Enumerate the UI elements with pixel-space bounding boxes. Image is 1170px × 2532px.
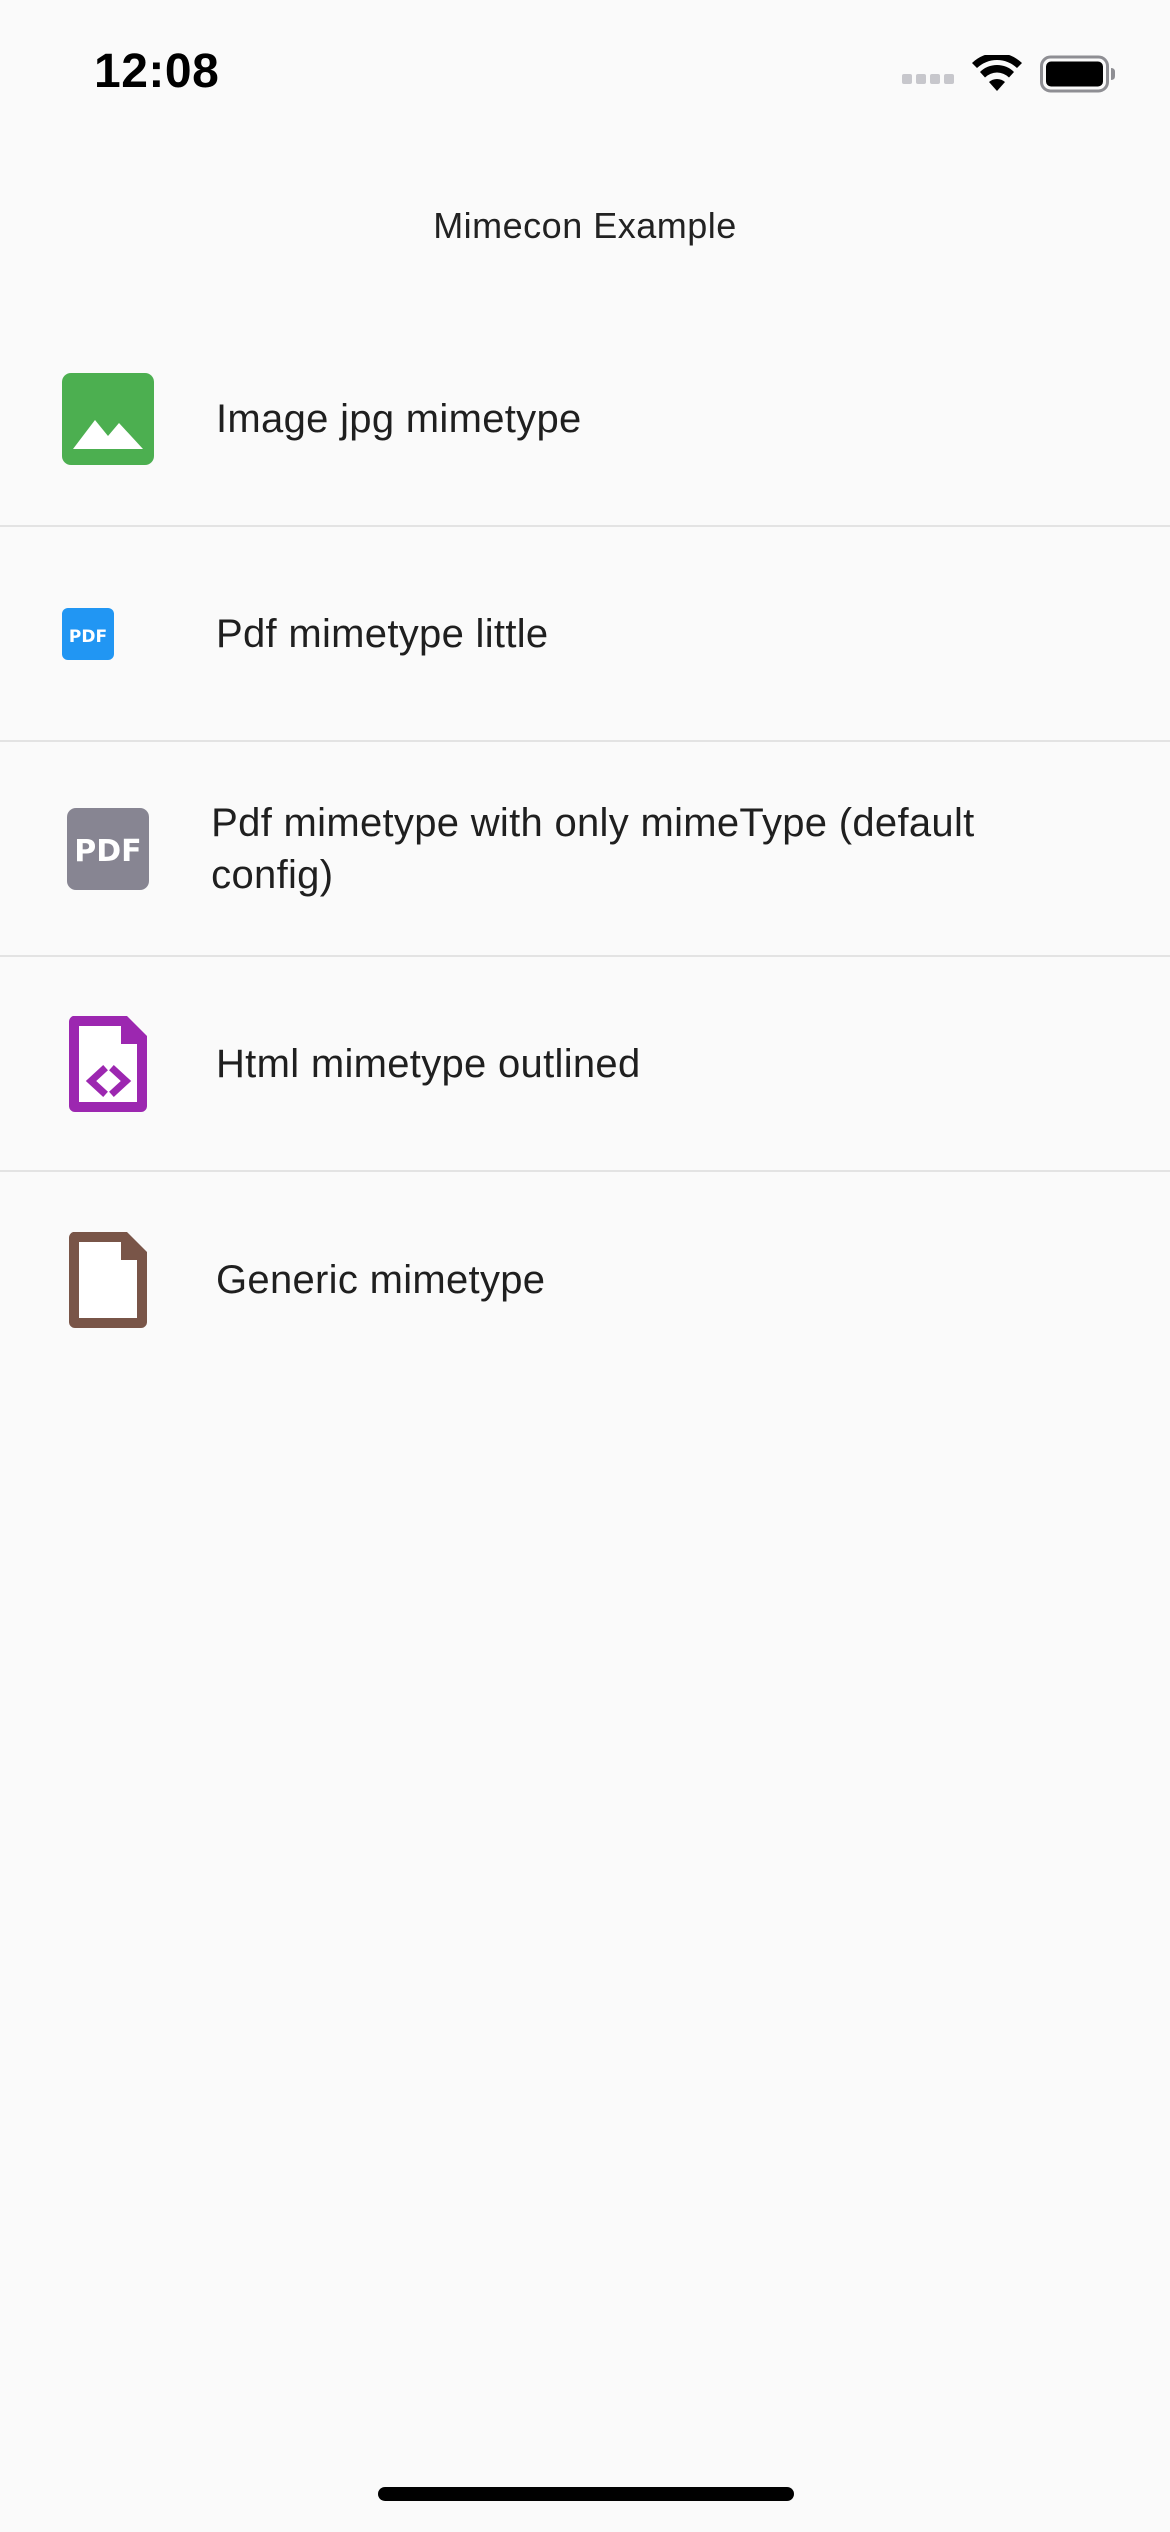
list-item-label: Pdf mimetype little <box>216 611 549 656</box>
status-bar: 12:08 <box>0 0 1170 150</box>
status-icons <box>902 52 1116 96</box>
home-indicator[interactable] <box>378 2487 794 2501</box>
mimetype-list: Image jpg mimetype PDF Pdf mimetype litt… <box>0 312 1170 1387</box>
battery-icon <box>1040 55 1115 93</box>
list-item-pdf-default[interactable]: PDF Pdf mimetype with only mimeType (def… <box>0 742 1170 957</box>
pdf-icon-text: PDF <box>69 627 107 647</box>
pdf-icon: PDF <box>67 807 149 890</box>
app-screen: 12:08 Mimecon Example Image jpg mimetype… <box>0 0 1170 2532</box>
status-time: 12:08 <box>94 45 220 98</box>
list-item-leading <box>0 1172 216 1387</box>
app-bar: Mimecon Example <box>0 150 1170 326</box>
list-item-generic[interactable]: Generic mimetype <box>0 1172 1170 1387</box>
html-code-file-icon <box>68 1015 147 1112</box>
list-item-label: Html mimetype outlined <box>216 1041 641 1086</box>
list-item-image-jpg[interactable]: Image jpg mimetype <box>0 312 1170 527</box>
signal-icon <box>902 74 954 84</box>
list-item-leading: PDF <box>0 527 216 740</box>
page-title: Mimecon Example <box>433 205 737 246</box>
pdf-icon: PDF <box>62 607 114 660</box>
list-item-leading: PDF <box>0 742 211 955</box>
list-item-label: Pdf mimetype with only mimeType (default… <box>211 800 975 897</box>
image-icon <box>62 372 154 465</box>
list-item-label: Image jpg mimetype <box>216 396 582 441</box>
wifi-icon <box>972 55 1022 91</box>
list-item-leading <box>0 957 216 1170</box>
generic-file-icon <box>68 1231 147 1328</box>
list-item-pdf-little[interactable]: PDF Pdf mimetype little <box>0 527 1170 742</box>
list-item-html-outlined[interactable]: Html mimetype outlined <box>0 957 1170 1172</box>
list-item-label: Generic mimetype <box>216 1257 546 1302</box>
pdf-icon-text: PDF <box>74 834 141 869</box>
list-item-leading <box>0 312 216 525</box>
